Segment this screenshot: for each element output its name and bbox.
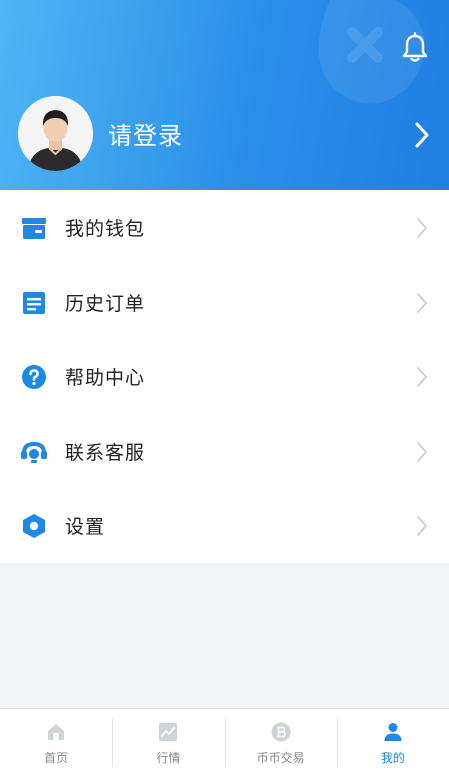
chevron-right-icon: [417, 516, 427, 537]
tab-label: 行情: [156, 751, 181, 765]
menu-item-label: 帮助中心: [65, 367, 146, 390]
coin-icon: [271, 722, 291, 742]
chevron-right-icon: [415, 122, 429, 148]
chevron-right-icon: [417, 218, 427, 238]
settings-icon: [23, 514, 45, 539]
menu-item-help-center[interactable]: 帮助中心: [0, 339, 449, 414]
tab-label: 我的: [380, 751, 405, 765]
chart-icon: [159, 723, 178, 741]
menu-item-label: 我的钱包: [65, 218, 146, 240]
tab-label: 首页: [44, 751, 69, 765]
tab-home[interactable]: 首页: [0, 709, 112, 779]
profile-header: 请登录: [0, 0, 449, 190]
login-text[interactable]: 请登录: [108, 116, 183, 151]
menu-item-wallet[interactable]: 我的钱包: [0, 190, 449, 265]
tab-mine[interactable]: 我的: [336, 709, 449, 779]
chevron-right-icon: [417, 367, 427, 387]
wallet-icon: [22, 218, 46, 239]
tab-label: 币币交易: [256, 751, 305, 765]
tab-coin-trade[interactable]: 币币交易: [224, 709, 337, 779]
menu-item-label: 联系客服: [65, 441, 146, 464]
customer-service-icon: [21, 441, 47, 463]
menu-item-customer-service[interactable]: 联系客服: [0, 414, 449, 489]
home-icon: [48, 724, 65, 740]
order-list-icon: [23, 291, 45, 314]
notification-bell-icon[interactable]: [400, 32, 430, 64]
chevron-right-icon: [417, 441, 427, 462]
avatar: [18, 96, 93, 171]
chevron-right-icon: [417, 292, 427, 313]
menu-item-order-history[interactable]: 历史订单: [0, 265, 449, 340]
user-icon: [384, 723, 402, 741]
tab-market[interactable]: 行情: [112, 709, 224, 779]
help-icon: [22, 365, 46, 390]
bottom-tab-bar: 首页 行情 币币交易 我的: [0, 708, 449, 779]
menu-item-settings[interactable]: 设置: [0, 488, 449, 563]
profile-screen: 请登录 我的钱包 历史订单 帮助中心 联系客服 设置 首页 行情 币币交易 我的: [0, 0, 449, 779]
login-row[interactable]: 请登录: [0, 94, 449, 174]
menu-item-label: 设置: [65, 516, 106, 539]
menu-item-label: 历史订单: [65, 292, 146, 315]
menu-list: 我的钱包 历史订单 帮助中心 联系客服 设置: [0, 190, 449, 563]
